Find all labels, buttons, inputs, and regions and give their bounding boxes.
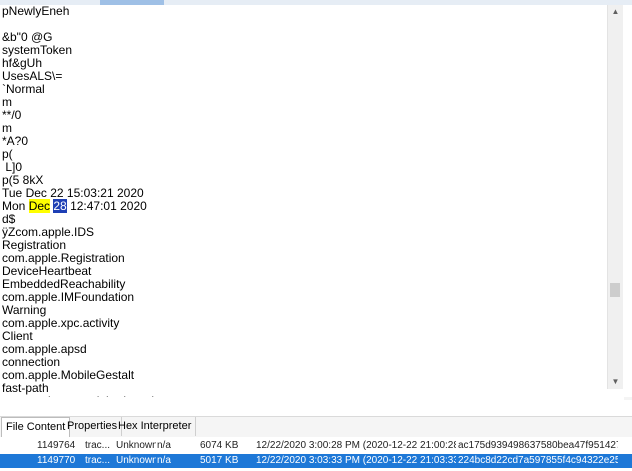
scroll-up-icon[interactable]: ▲ [608, 5, 623, 19]
cell-kind: Unknown [116, 455, 156, 466]
text-line-highlighted: Mon Dec 28 12:47:01 2020 [2, 199, 606, 213]
text-line: hf&gUh [2, 56, 43, 70]
scroll-down-icon[interactable]: ▼ [608, 375, 623, 389]
cell-type: trac... [85, 440, 111, 451]
vertical-scrollbar[interactable]: ▲ ▼ [607, 5, 623, 389]
text-line: &b"0 @G [2, 30, 53, 44]
search-hit-highlight: Dec [28, 199, 51, 213]
tab-file-content[interactable]: File Content [1, 417, 71, 437]
text-line: com.apple.xpc.activity [2, 316, 120, 330]
text-line: com.apple.network.boringssl [2, 395, 606, 398]
table-row[interactable]: 1149764 trac... Unknown n/a 6074 KB 12/2… [0, 439, 632, 453]
cell-id: 1149764 [37, 440, 76, 451]
scrollbar-thumb[interactable] [610, 283, 620, 297]
selected-text-highlight: 28 [53, 199, 67, 213]
text-line: pNewlyEneh [2, 5, 70, 18]
cell-na: n/a [157, 440, 171, 451]
text-line: com.apple.IMFoundation [2, 290, 135, 304]
cell-type: trac... [85, 455, 111, 466]
text-line: p( [2, 147, 13, 161]
cell-size: 6074 KB [200, 440, 239, 451]
text-line: *A?0 [2, 134, 29, 148]
text-line: m [2, 95, 12, 109]
text-line: systemToken [2, 43, 73, 57]
bottom-tab-bar: File Content Properties Hex Interpreter [0, 416, 632, 438]
text-line: com.apple.MobileGestalt [2, 368, 135, 382]
cell-date: 12/22/2020 3:03:33 PM (2020-12-22 21:03:… [256, 455, 456, 466]
text-line: com.apple.Registration [2, 251, 125, 265]
cell-date: 12/22/2020 3:00:28 PM (2020-12-22 21:00:… [256, 440, 456, 451]
file-content-viewer: pNewlyEneh &b"0 @G systemToken hf&gUh UsesAL… [0, 5, 632, 397]
cell-hash: 224bc8d22cd7a597855f4c94322e2572 [458, 455, 618, 466]
text-line: m [2, 121, 12, 135]
table-row-selected[interactable]: 1149770 trac... Unknown n/a 5017 KB 12/2… [0, 454, 632, 468]
text-line: Client [2, 329, 33, 343]
cell-hash: ac175d939498637580bea47f951427d9 [458, 440, 618, 451]
text-suffix: 12:47:01 2020 [66, 199, 147, 213]
text-line: `Normal [2, 82, 45, 96]
cell-id: 1149770 [37, 455, 76, 466]
text-line: L]0 [2, 160, 23, 174]
tab-hex-interpreter[interactable]: Hex Interpreter [114, 417, 197, 436]
file-list: 1149764 trac... Unknown n/a 6074 KB 12/2… [0, 437, 632, 471]
file-text-area[interactable]: pNewlyEneh &b"0 @G systemToken hf&gUh UsesAL… [2, 5, 606, 397]
cell-na: n/a [157, 455, 171, 466]
cell-size: 5017 KB [200, 455, 239, 466]
text-line: UsesALS\= [2, 69, 63, 83]
cell-kind: Unknown [116, 440, 156, 451]
text-line: **/0 [2, 108, 22, 122]
text-line [2, 18, 606, 31]
text-prefix: Mon [2, 199, 29, 213]
text-line: ÿZcom.apple.IDS [2, 225, 95, 239]
text-line: com.apple.apsd [2, 342, 87, 356]
